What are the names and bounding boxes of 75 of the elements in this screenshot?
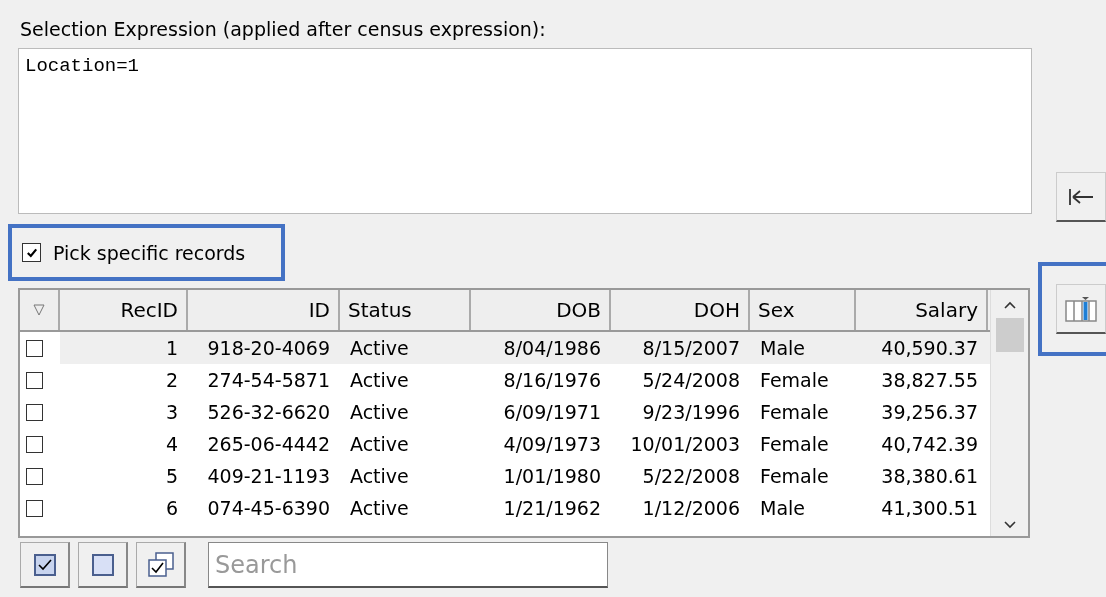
table-cell: 265-06-4442 xyxy=(207,433,330,455)
insert-button[interactable] xyxy=(1056,172,1106,222)
checkbox-label: Pick specific records xyxy=(53,241,246,264)
table-row[interactable]: 3 526-32-6620 Active 6/09/1971 9/23/1996 Female 39,256.37 xyxy=(20,396,990,428)
stacked-checkbox-icon xyxy=(146,551,175,578)
table-cell: 409-21-1193 xyxy=(207,465,330,487)
table-cell: 9/23/1996 xyxy=(642,401,740,423)
table-cell: 1/01/1980 xyxy=(503,465,601,487)
table-cell: 40,590.37 xyxy=(881,337,978,359)
table-cell: Active xyxy=(350,401,409,423)
row-checkbox[interactable] xyxy=(26,403,43,421)
table-cell: 2 xyxy=(165,369,178,391)
table-cell: 38,380.61 xyxy=(881,465,978,487)
table-cell: 8/15/2007 xyxy=(642,337,740,359)
table-cell: 5 xyxy=(165,465,178,487)
table-row[interactable]: 6 074-45-6390 Active 1/21/1962 1/12/2006 Male 41,300.51 xyxy=(20,492,990,524)
expression-field[interactable]: Location=1 xyxy=(18,48,1032,214)
table-cell: Female xyxy=(760,369,829,391)
table-cell: Active xyxy=(350,369,409,391)
table-cell: Female xyxy=(760,401,829,423)
scroll-thumb[interactable] xyxy=(995,318,1024,352)
table-cell: Active xyxy=(350,337,409,359)
table-row[interactable]: 1 918-20-4069 Active 8/04/1986 8/15/2007 Male 40,590.37 xyxy=(20,332,990,364)
scrollbar[interactable] xyxy=(990,290,1028,536)
table-cell: Active xyxy=(350,465,409,487)
table-cell: 39,256.37 xyxy=(881,401,978,423)
table-cell: 274-54-5871 xyxy=(207,369,330,391)
table-cell: 4 xyxy=(165,433,178,455)
table-cell: 526-32-6620 xyxy=(207,401,330,423)
table-cell: 8/04/1986 xyxy=(503,337,601,359)
table-row[interactable]: 2 274-54-5871 Active 8/16/1976 5/24/2008 Female 38,827.55 xyxy=(20,364,990,396)
checked-box-icon xyxy=(33,553,56,576)
filter-icon xyxy=(33,304,45,316)
table-cell: Male xyxy=(760,497,805,519)
checkbox[interactable] xyxy=(22,243,41,262)
table-cell: Female xyxy=(760,465,829,487)
table-cell: Female xyxy=(760,433,829,455)
columns-button[interactable] xyxy=(1056,284,1106,334)
columns-icon xyxy=(1064,294,1098,323)
table-cell: 074-45-6390 xyxy=(207,497,330,519)
table-cell: 1 xyxy=(165,337,178,359)
table-cell: 4/09/1973 xyxy=(503,433,601,455)
table-cell: 40,742.39 xyxy=(881,433,978,455)
row-checkbox[interactable] xyxy=(26,339,43,357)
arrow-to-bar-icon xyxy=(1067,186,1095,207)
table-cell: 6/09/1971 xyxy=(503,401,601,423)
row-checkbox[interactable] xyxy=(26,467,43,485)
table-cell: 10/01/2003 xyxy=(630,433,740,455)
table-cell: 1/12/2006 xyxy=(642,497,740,519)
table-cell: 5/24/2008 xyxy=(642,369,740,391)
empty-box-icon xyxy=(91,553,114,576)
row-checkbox[interactable] xyxy=(26,499,43,517)
table-cell: Active xyxy=(350,433,409,455)
scroll-up-icon[interactable] xyxy=(1002,300,1017,310)
table-row[interactable]: 4 265-06-4442 Active 4/09/1973 10/01/2003 Female 40,742.39 xyxy=(20,428,990,460)
search-field[interactable]: Search xyxy=(208,542,608,588)
check-all-button[interactable] xyxy=(20,542,70,588)
table-cell: 5/22/2008 xyxy=(642,465,740,487)
table-cell: Male xyxy=(760,337,805,359)
table-cell: 3 xyxy=(165,401,178,423)
expression-label: Selection Expression (applied after census expression): xyxy=(20,17,547,42)
row-checkbox[interactable] xyxy=(26,435,43,453)
scroll-down-icon[interactable] xyxy=(1002,520,1017,530)
table-cell: 6 xyxy=(165,497,178,519)
table-cell: 1/21/1962 xyxy=(503,497,601,519)
table-cell: 8/16/1976 xyxy=(503,369,601,391)
check-selected-button[interactable] xyxy=(136,542,186,588)
table-row[interactable]: 5 409-21-1193 Active 1/01/1980 5/22/2008 Female 38,380.61 xyxy=(20,460,990,492)
table-cell: 918-20-4069 xyxy=(207,337,330,359)
row-checkbox[interactable] xyxy=(26,371,43,389)
table-cell: Active xyxy=(350,497,409,519)
uncheck-all-button[interactable] xyxy=(78,542,128,588)
table-cell: 41,300.51 xyxy=(881,497,978,519)
table-cell: 38,827.55 xyxy=(881,369,978,391)
check-icon xyxy=(25,246,38,259)
